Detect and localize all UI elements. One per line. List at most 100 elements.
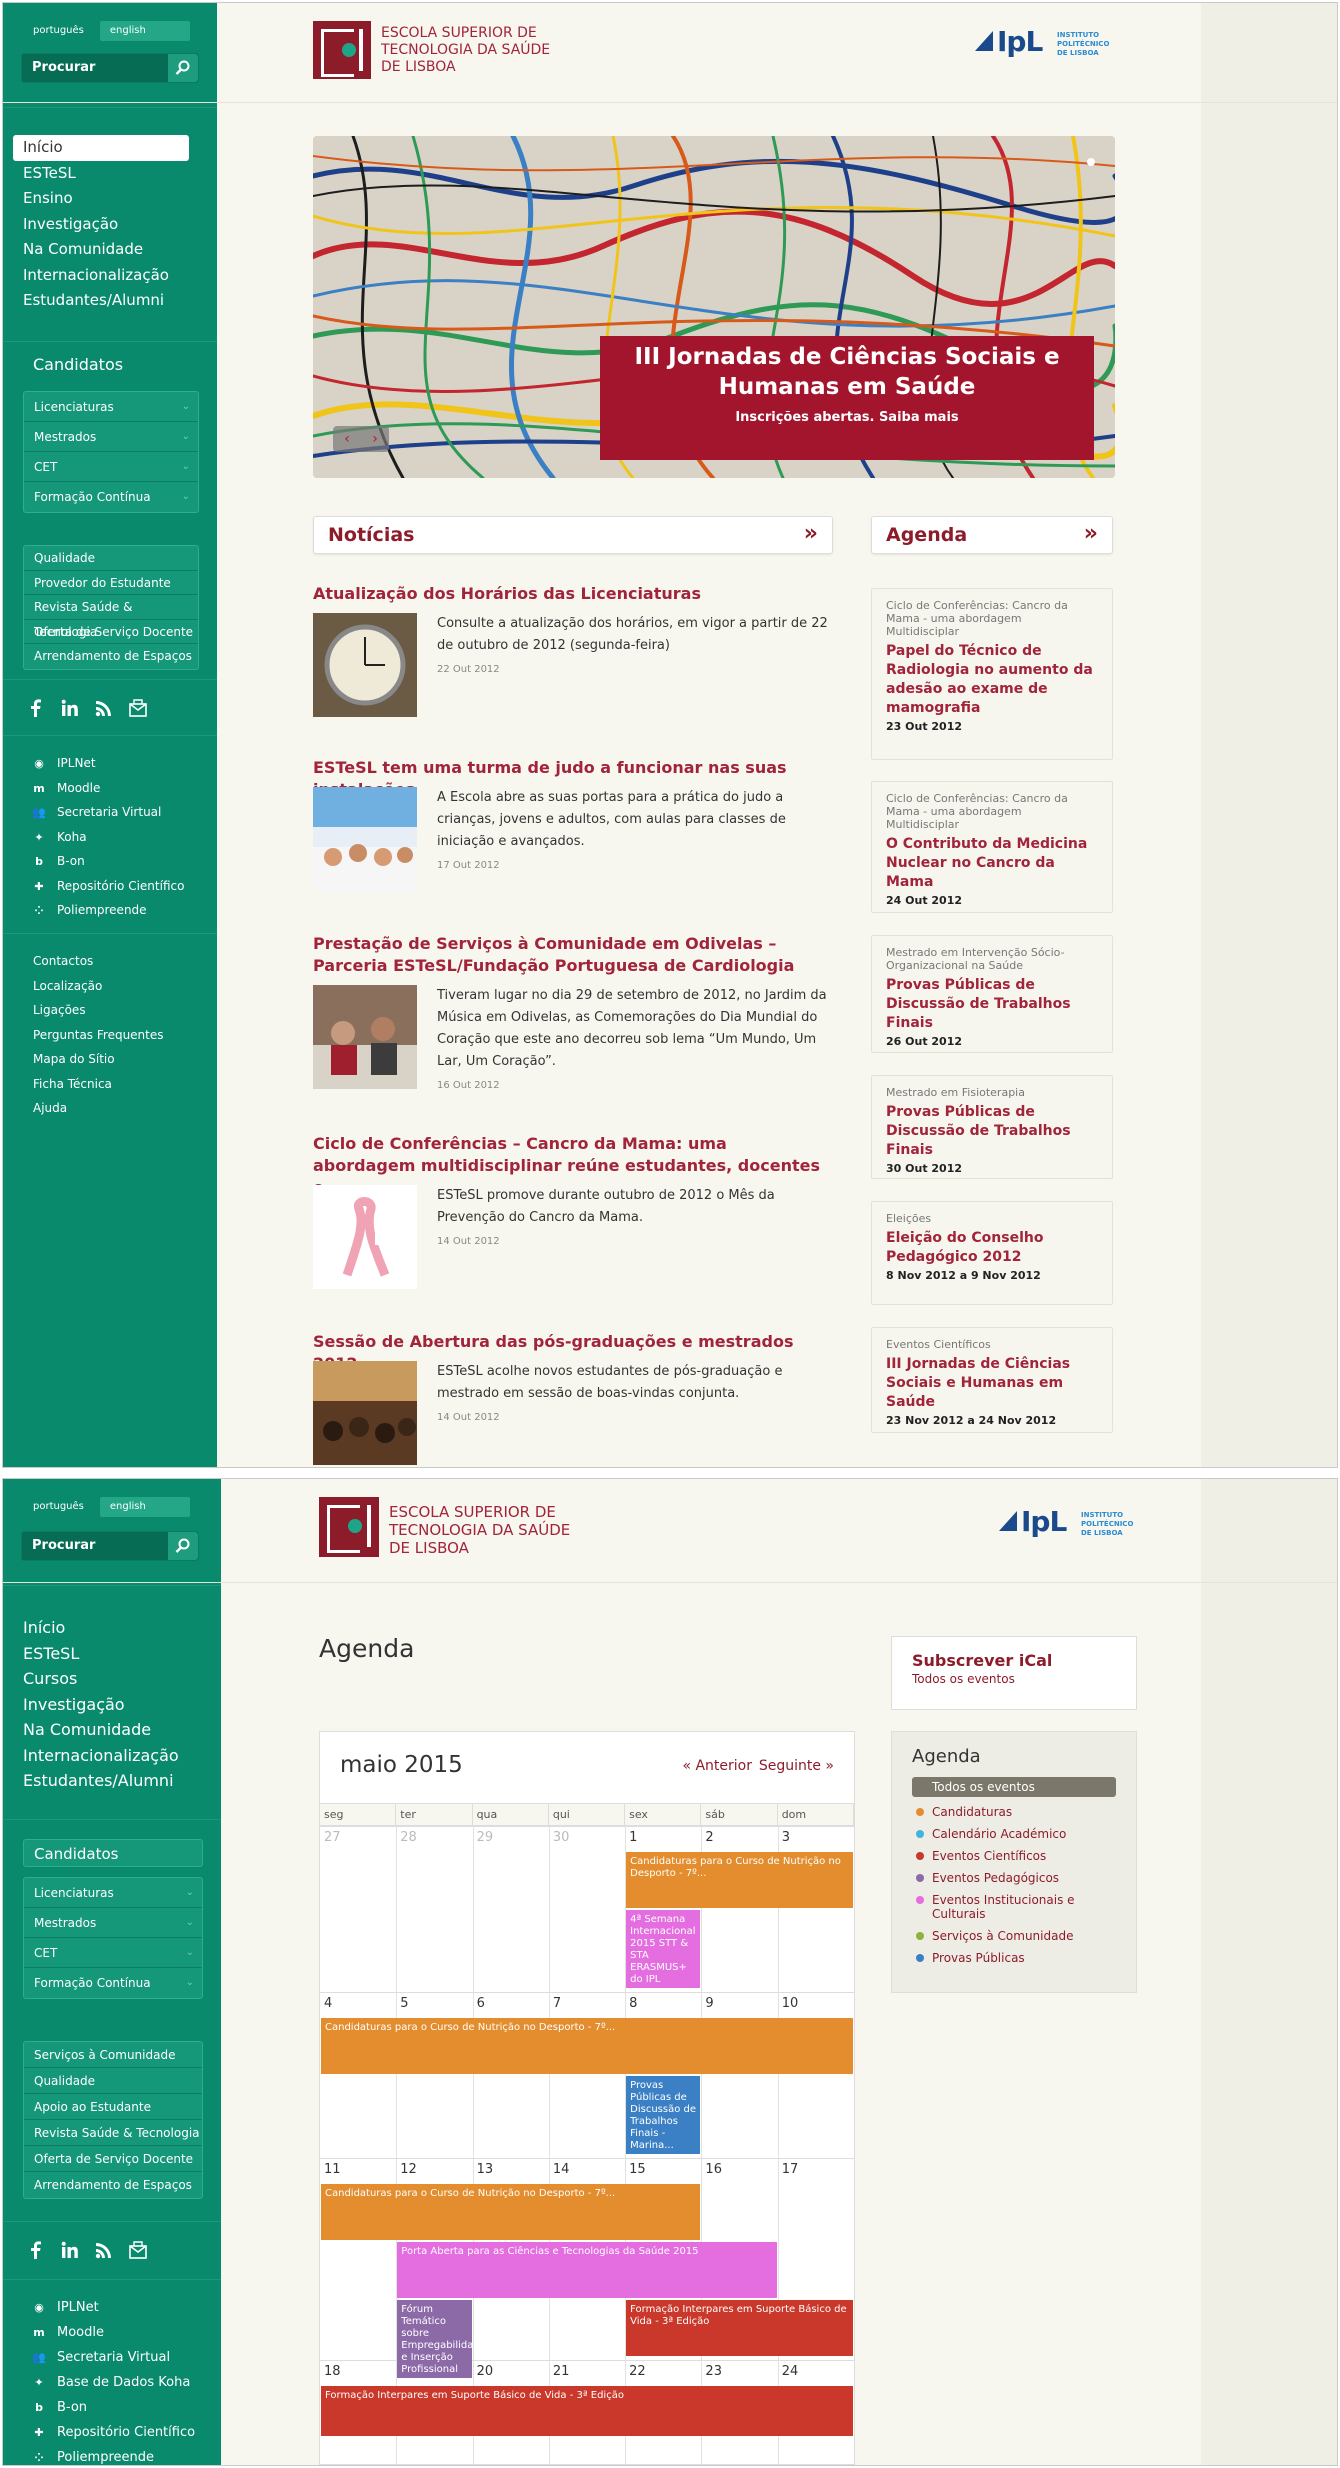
day-number[interactable]: 6: [477, 1996, 485, 2011]
news-title[interactable]: Atualização dos Horários das Licenciatur…: [313, 583, 833, 605]
day-number[interactable]: 15: [629, 2162, 646, 2177]
newsletter-icon[interactable]: [125, 2237, 151, 2263]
tool-link[interactable]: m Moodle: [31, 776, 184, 801]
day-number[interactable]: 11: [324, 2162, 341, 2177]
nav-item[interactable]: ESTeSL: [13, 161, 189, 187]
nav-item[interactable]: Ensino: [13, 186, 189, 212]
candidatos-item[interactable]: Mestrados ⌄: [24, 1908, 202, 1938]
calendar-event[interactable]: Provas Públicas de Discussão de Trabalho…: [626, 2076, 701, 2154]
day-number[interactable]: 18: [324, 2364, 341, 2379]
quick-link[interactable]: Oferta de Serviço Docente: [24, 620, 198, 644]
footer-link[interactable]: Mapa do Sítio: [33, 1047, 164, 1072]
rss-icon[interactable]: [91, 695, 117, 721]
rss-icon[interactable]: [91, 2237, 117, 2263]
tool-link[interactable]: 👥 Secretaria Virtual: [31, 800, 184, 825]
candidatos-item[interactable]: Licenciaturas ⌄: [24, 392, 198, 422]
legend-category[interactable]: Eventos Pedagógicos: [912, 1871, 1116, 1885]
day-number[interactable]: 9: [705, 1996, 713, 2011]
quick-link[interactable]: Serviços à Comunidade: [24, 2042, 202, 2068]
quick-link[interactable]: Oferta de Serviço Docente: [24, 2146, 202, 2172]
legend-category[interactable]: Provas Públicas: [912, 1951, 1116, 1965]
ipl-logo[interactable]: IpL INSTITUTO POLITÉCNICO DE LISBOA: [975, 25, 1109, 58]
chevron-right-icon[interactable]: ›: [372, 431, 378, 447]
clock-thumbnail[interactable]: [313, 613, 417, 717]
hero-caption[interactable]: III Jornadas de Ciências Sociais e Human…: [600, 336, 1094, 460]
quick-link[interactable]: Revista Saúde & Tecnologia: [24, 2120, 202, 2146]
news-title[interactable]: Prestação de Serviços à Comunidade em Od…: [313, 933, 833, 977]
tool-link[interactable]: ✦ Koha: [31, 825, 184, 850]
candidatos-item[interactable]: Licenciaturas ⌄: [24, 1878, 202, 1908]
estesl-logo[interactable]: [319, 1497, 379, 1557]
facebook-icon[interactable]: [23, 2237, 49, 2263]
day-number[interactable]: 7: [553, 1996, 561, 2011]
legend-category[interactable]: Eventos Científicos: [912, 1849, 1116, 1863]
tool-link[interactable]: ⁘ Poliempreende: [31, 2445, 195, 2465]
quick-link[interactable]: Arrendamento de Espaços: [24, 2172, 202, 2198]
footer-link[interactable]: Ajuda: [33, 1096, 164, 1121]
tool-link[interactable]: ✚ Repositório Científico: [31, 874, 184, 899]
calendar-event[interactable]: 4ª Semana Internacional 2015 STT & STA E…: [626, 1910, 701, 1988]
tool-link[interactable]: b B-on: [31, 2395, 195, 2420]
nav-item[interactable]: Internacionalização: [13, 1743, 179, 1769]
day-number[interactable]: 28: [400, 1830, 417, 1845]
candidatos-item[interactable]: Mestrados ⌄: [24, 422, 198, 452]
pink-ribbon-thumbnail[interactable]: [313, 1185, 417, 1289]
nav-item[interactable]: Internacionalização: [13, 263, 189, 289]
nav-item[interactable]: Investigação: [13, 1692, 179, 1718]
hero-carousel[interactable]: III Jornadas de Ciências Sociais e Human…: [313, 136, 1115, 478]
calendar-event[interactable]: Candidaturas para o Curso de Nutrição no…: [626, 1852, 853, 1908]
estesl-logo[interactable]: [313, 21, 371, 79]
tool-link[interactable]: m Moodle: [31, 2320, 195, 2345]
facebook-icon[interactable]: [23, 695, 49, 721]
calendar-event[interactable]: Fórum Temático sobre Empregabilidade e I…: [397, 2300, 472, 2378]
candidatos-item[interactable]: Formação Contínua ⌄: [24, 482, 198, 512]
legend-category[interactable]: Calendário Académico: [912, 1827, 1116, 1841]
calendar-event[interactable]: Candidaturas para o Curso de Nutrição no…: [321, 2184, 701, 2240]
day-number[interactable]: 8: [629, 1996, 637, 2011]
agenda-item[interactable]: Eventos Científicos III Jornadas de Ciên…: [871, 1327, 1113, 1433]
quick-link[interactable]: Provedor do Estudante: [24, 571, 198, 595]
day-number[interactable]: 12: [400, 2162, 417, 2177]
nav-item[interactable]: Estudantes/Alumni: [13, 1768, 179, 1794]
day-number[interactable]: 30: [553, 1830, 570, 1845]
day-number[interactable]: 22: [629, 2364, 646, 2379]
day-number[interactable]: 17: [782, 2162, 799, 2177]
linkedin-icon[interactable]: [57, 2237, 83, 2263]
tool-link[interactable]: ✦ Base de Dados Koha: [31, 2370, 195, 2395]
calendar-event[interactable]: Porta Aberta para as Ciências e Tecnolog…: [397, 2242, 777, 2298]
tool-link[interactable]: ◉ IPLNet: [31, 2295, 195, 2320]
day-number[interactable]: 13: [477, 2162, 494, 2177]
day-number[interactable]: 16: [705, 2162, 722, 2177]
footer-link[interactable]: Contactos: [33, 949, 164, 974]
tool-link[interactable]: b B-on: [31, 849, 184, 874]
legend-category[interactable]: Candidaturas: [912, 1805, 1116, 1819]
community-thumbnail[interactable]: [313, 985, 417, 1089]
tool-link[interactable]: ⁘ Poliempreende: [31, 898, 184, 923]
footer-link[interactable]: Localização: [33, 974, 164, 999]
legend-category[interactable]: Serviços à Comunidade: [912, 1929, 1116, 1943]
nav-item[interactable]: Início: [13, 1615, 179, 1641]
day-number[interactable]: 1: [629, 1830, 637, 1845]
agenda-item[interactable]: Ciclo de Conferências: Cancro da Mama - …: [871, 781, 1113, 913]
day-number[interactable]: 20: [477, 2364, 494, 2379]
candidatos-heading[interactable]: Candidatos: [33, 355, 123, 374]
agenda-header[interactable]: Agenda »: [871, 516, 1113, 554]
agenda-item[interactable]: Mestrado em Intervenção Sócio-Organizaci…: [871, 935, 1113, 1053]
candidatos-item[interactable]: CET ⌄: [24, 1938, 202, 1968]
candidatos-item[interactable]: Formação Contínua ⌄: [24, 1968, 202, 1998]
day-number[interactable]: 14: [553, 2162, 570, 2177]
day-number[interactable]: 10: [782, 1996, 799, 2011]
day-number[interactable]: 4: [324, 1996, 332, 2011]
day-number[interactable]: 24: [782, 2364, 799, 2379]
nav-item[interactable]: Investigação: [13, 212, 189, 238]
linkedin-icon[interactable]: [57, 695, 83, 721]
day-number[interactable]: 2: [705, 1830, 713, 1845]
calendar-event[interactable]: Candidaturas para o Curso de Nutrição no…: [321, 2018, 853, 2074]
day-number[interactable]: 27: [324, 1830, 341, 1845]
legend-category[interactable]: Eventos Institucionais e Culturais: [912, 1893, 1116, 1921]
auditorium-thumbnail[interactable]: [313, 1361, 417, 1465]
tool-link[interactable]: 👥 Secretaria Virtual: [31, 2345, 195, 2370]
carousel-dot[interactable]: [1087, 158, 1095, 166]
agenda-item[interactable]: Eleições Eleição do Conselho Pedagógico …: [871, 1201, 1113, 1305]
nav-item[interactable]: Na Comunidade: [13, 1717, 179, 1743]
